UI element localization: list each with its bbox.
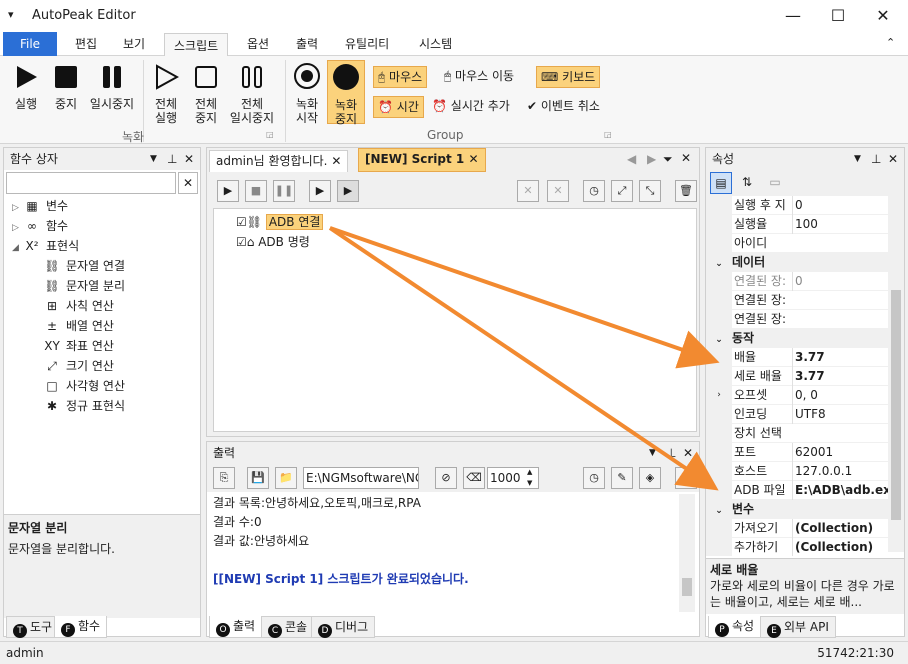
arrow-to-scale (329, 226, 720, 369)
status-bar: admin 51742:21:30 (0, 641, 908, 664)
status-user: admin (6, 646, 44, 660)
status-time: 51742:21:30 (817, 646, 894, 660)
annotation-arrows (328, 226, 720, 491)
arrow-to-adb-file (328, 226, 719, 491)
